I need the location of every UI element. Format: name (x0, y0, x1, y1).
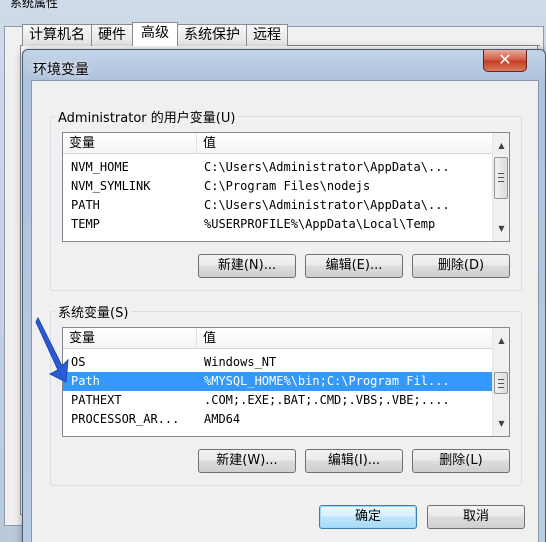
system-list-scrollbar[interactable]: ▲ ▼ (492, 328, 509, 436)
variable-value: Windows_NT (204, 355, 277, 369)
tab-remote[interactable]: 远程 (246, 24, 288, 46)
scroll-thumb[interactable] (494, 372, 508, 394)
variable-value: %MYSQL_HOME%\bin;C:\Program Fil... (204, 374, 450, 388)
user-list-scrollbar[interactable]: ▲ ▼ (492, 133, 509, 241)
variable-name: TEMP (71, 217, 100, 231)
variable-value: C:\Users\Administrator\AppData\... (204, 160, 450, 174)
scroll-up-icon[interactable]: ▲ (493, 137, 509, 154)
annotation-arrow-icon (35, 316, 69, 383)
variable-name: NVM_HOME (71, 160, 129, 174)
tab-strip: 计算机名 硬件 高级 系统保护 远程 (22, 22, 288, 46)
scroll-up-icon[interactable]: ▲ (493, 332, 509, 349)
environment-variables-dialog: 环境变量 ✕ Administrator 的用户变量(U) 变量 值 NVM_H… (22, 49, 546, 542)
list-item[interactable]: NVM_HOME C:\Users\Administrator\AppData\… (63, 158, 492, 177)
list-item[interactable]: PATH C:\Users\Administrator\AppData\... (63, 196, 492, 215)
variable-name: OS (71, 355, 86, 369)
column-header-value[interactable]: 值 (197, 328, 494, 349)
column-header-variable[interactable]: 变量 (63, 133, 197, 154)
system-edit-button[interactable]: 编辑(I)... (305, 449, 403, 473)
user-new-button[interactable]: 新建(N)... (198, 254, 296, 278)
system-new-button[interactable]: 新建(W)... (198, 449, 296, 473)
system-properties-title: 系统属性 (10, 0, 59, 10)
list-item[interactable]: TEMP %USERPROFILE%\AppData\Local\Temp (63, 215, 492, 234)
scroll-thumb[interactable] (494, 157, 508, 199)
variable-value: .COM;.EXE;.BAT;.CMD;.VBS;.VBE;.... (204, 393, 450, 407)
tab-advanced[interactable]: 高级 (132, 22, 178, 46)
tab-computer-name[interactable]: 计算机名 (22, 24, 92, 46)
dialog-client-area: Administrator 的用户变量(U) 变量 值 NVM_HOME C:\… (31, 80, 539, 542)
list-item[interactable]: PATHEXT .COM;.EXE;.BAT;.CMD;.VBS;.VBE;..… (63, 391, 492, 410)
variable-name: PROCESSOR_AR... (71, 412, 180, 426)
variable-name: PATHEXT (71, 393, 122, 407)
list-item-selected[interactable]: Path %MYSQL_HOME%\bin;C:\Program Fil... (63, 372, 492, 391)
variable-value: C:\Users\Administrator\AppData\... (204, 198, 450, 212)
list-header: 变量 值 (63, 133, 492, 154)
list-header: 变量 值 (63, 328, 492, 349)
user-variables-list[interactable]: 变量 值 NVM_HOME C:\Users\Administrator\App… (62, 132, 510, 242)
variable-name: NVM_SYMLINK (71, 179, 151, 193)
variable-name: PATH (71, 198, 100, 212)
list-item[interactable]: OS Windows_NT (63, 353, 492, 372)
user-delete-button[interactable]: 删除(D) (412, 254, 510, 278)
column-header-variable[interactable]: 变量 (63, 328, 197, 349)
column-header-value[interactable]: 值 (197, 133, 494, 154)
cancel-button[interactable]: 取消 (427, 505, 525, 529)
system-delete-button[interactable]: 删除(L) (412, 449, 510, 473)
list-item[interactable]: NVM_SYMLINK C:\Program Files\nodejs (63, 177, 492, 196)
user-variables-label: Administrator 的用户变量(U) (55, 107, 239, 126)
dialog-title: 环境变量 (33, 62, 89, 78)
variable-value: %USERPROFILE%\AppData\Local\Temp (204, 217, 436, 231)
tab-hardware[interactable]: 硬件 (91, 24, 133, 46)
close-button[interactable]: ✕ (483, 50, 527, 72)
system-variables-list[interactable]: 变量 值 OS Windows_NT Path %MYSQL_HOME%\bin… (62, 327, 510, 437)
scroll-down-icon[interactable]: ▼ (493, 220, 509, 237)
scroll-down-icon[interactable]: ▼ (493, 415, 509, 432)
ok-button[interactable]: 确定 (319, 505, 417, 529)
list-item[interactable]: PROCESSOR_AR... AMD64 (63, 410, 492, 429)
variable-name: Path (71, 374, 100, 388)
tab-system-protection[interactable]: 系统保护 (177, 24, 247, 46)
user-edit-button[interactable]: 编辑(E)... (305, 254, 403, 278)
variable-value: C:\Program Files\nodejs (204, 179, 371, 193)
variable-value: AMD64 (204, 412, 241, 426)
